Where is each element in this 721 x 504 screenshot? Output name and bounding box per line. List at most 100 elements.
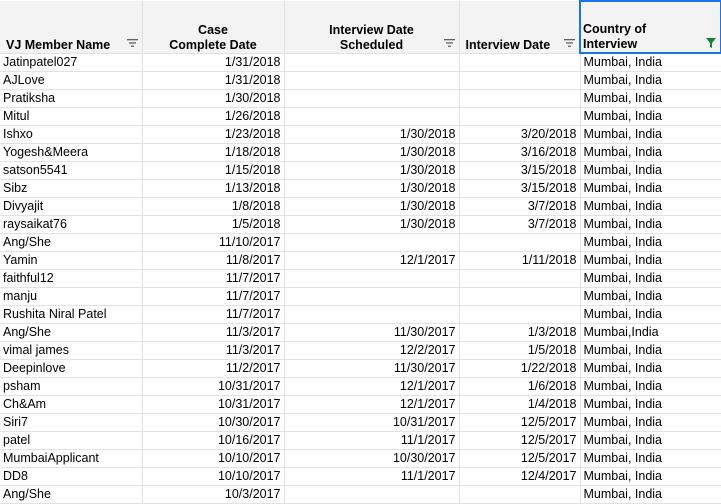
vj-member-name-cell[interactable]: Ang/She xyxy=(0,323,143,342)
interview-date-cell[interactable] xyxy=(459,269,581,288)
vj-member-name-cell[interactable]: Ch&Am xyxy=(0,395,143,414)
interview-date-scheduled-cell[interactable] xyxy=(284,287,460,306)
country-of-interview-cell[interactable]: Mumbai, India xyxy=(580,89,721,108)
vj-member-name-cell[interactable]: Divyajit xyxy=(0,197,143,216)
interview-date-cell[interactable]: 1/11/2018 xyxy=(459,251,581,270)
case-complete-date-cell[interactable]: 1/31/2018 xyxy=(142,71,285,90)
country-of-interview-cell[interactable]: Mumbai, India xyxy=(580,269,721,288)
country-of-interview-cell[interactable]: Mumbai, India xyxy=(580,179,721,198)
vj-member-name-cell[interactable]: DD8 xyxy=(0,467,143,486)
interview-date-cell[interactable]: 1/6/2018 xyxy=(459,377,581,396)
vj-member-name-cell[interactable]: Deepinlove xyxy=(0,359,143,378)
case-complete-date-cell[interactable]: 10/16/2017 xyxy=(142,431,285,450)
vj-member-name-cell[interactable]: satson5541 xyxy=(0,161,143,180)
interview-date-scheduled-cell[interactable]: 11/30/2017 xyxy=(284,359,460,378)
country-of-interview-cell[interactable]: Mumbai, India xyxy=(580,125,721,144)
case-complete-date-cell[interactable]: 1/26/2018 xyxy=(142,107,285,126)
interview-date-cell[interactable]: 1/3/2018 xyxy=(459,323,581,342)
header-interview-date-scheduled[interactable]: Interview Date Scheduled xyxy=(284,1,460,54)
interview-date-scheduled-cell[interactable]: 1/30/2018 xyxy=(284,179,460,198)
case-complete-date-cell[interactable]: 11/2/2017 xyxy=(142,359,285,378)
case-complete-date-cell[interactable]: 1/8/2018 xyxy=(142,197,285,216)
case-complete-date-cell[interactable]: 11/7/2017 xyxy=(142,269,285,288)
country-of-interview-cell[interactable]: Mumbai, India xyxy=(580,215,721,234)
interview-date-cell[interactable]: 3/7/2018 xyxy=(459,215,581,234)
interview-date-scheduled-cell[interactable] xyxy=(284,269,460,288)
vj-member-name-cell[interactable]: patel xyxy=(0,431,143,450)
interview-date-scheduled-cell[interactable] xyxy=(284,89,460,108)
interview-date-scheduled-cell[interactable]: 1/30/2018 xyxy=(284,197,460,216)
interview-date-cell[interactable] xyxy=(459,89,581,108)
vj-member-name-cell[interactable]: Yogesh&Meera xyxy=(0,143,143,162)
interview-date-cell[interactable] xyxy=(459,233,581,252)
interview-date-scheduled-cell[interactable]: 12/1/2017 xyxy=(284,395,460,414)
vj-member-name-cell[interactable]: Ang/She xyxy=(0,233,143,252)
interview-date-scheduled-cell[interactable]: 1/30/2018 xyxy=(284,215,460,234)
country-of-interview-cell[interactable]: Mumbai, India xyxy=(580,431,721,450)
country-of-interview-cell[interactable]: Mumbai, India xyxy=(580,197,721,216)
interview-date-cell[interactable]: 12/4/2017 xyxy=(459,467,581,486)
case-complete-date-cell[interactable]: 10/30/2017 xyxy=(142,413,285,432)
interview-date-scheduled-cell[interactable]: 1/30/2018 xyxy=(284,125,460,144)
country-of-interview-cell[interactable]: Mumbai, India xyxy=(580,395,721,414)
country-of-interview-cell[interactable]: Mumbai,India xyxy=(580,323,721,342)
filter-lines-icon[interactable] xyxy=(126,38,138,47)
vj-member-name-cell[interactable]: Yamin xyxy=(0,251,143,270)
interview-date-cell[interactable] xyxy=(459,287,581,306)
header-case-complete-date[interactable]: Case Complete Date xyxy=(142,1,285,54)
interview-date-scheduled-cell[interactable] xyxy=(284,233,460,252)
interview-date-cell[interactable]: 3/7/2018 xyxy=(459,197,581,216)
header-vj-member-name[interactable]: VJ Member Name xyxy=(0,1,143,54)
interview-date-cell[interactable]: 3/16/2018 xyxy=(459,143,581,162)
interview-date-scheduled-cell[interactable]: 12/2/2017 xyxy=(284,341,460,360)
country-of-interview-cell[interactable]: Mumbai, India xyxy=(580,71,721,90)
vj-member-name-cell[interactable]: MumbaiApplicant xyxy=(0,449,143,468)
interview-date-scheduled-cell[interactable]: 1/30/2018 xyxy=(284,143,460,162)
interview-date-scheduled-cell[interactable]: 10/30/2017 xyxy=(284,449,460,468)
header-interview-date[interactable]: Interview Date xyxy=(459,1,581,54)
vj-member-name-cell[interactable]: Sibz xyxy=(0,179,143,198)
vj-member-name-cell[interactable]: Rushita Niral Patel xyxy=(0,305,143,324)
case-complete-date-cell[interactable]: 11/10/2017 xyxy=(142,233,285,252)
interview-date-cell[interactable] xyxy=(459,107,581,126)
country-of-interview-cell[interactable]: Mumbai, India xyxy=(580,305,721,324)
country-of-interview-cell[interactable]: Mumbai, India xyxy=(580,359,721,378)
vj-member-name-cell[interactable]: raysaikat76 xyxy=(0,215,143,234)
case-complete-date-cell[interactable]: 11/3/2017 xyxy=(142,341,285,360)
vj-member-name-cell[interactable]: Siri7 xyxy=(0,413,143,432)
country-of-interview-cell[interactable]: Mumbai, India xyxy=(580,449,721,468)
vj-member-name-cell[interactable]: vimal james xyxy=(0,341,143,360)
interview-date-cell[interactable]: 12/5/2017 xyxy=(459,431,581,450)
country-of-interview-cell[interactable]: Mumbai, India xyxy=(580,413,721,432)
case-complete-date-cell[interactable]: 11/3/2017 xyxy=(142,323,285,342)
vj-member-name-cell[interactable]: Mitul xyxy=(0,107,143,126)
case-complete-date-cell[interactable]: 11/7/2017 xyxy=(142,305,285,324)
vj-member-name-cell[interactable]: AJLove xyxy=(0,71,143,90)
filter-lines-icon[interactable] xyxy=(443,38,455,47)
interview-date-scheduled-cell[interactable] xyxy=(284,485,460,504)
country-of-interview-cell[interactable]: Mumbai, India xyxy=(580,161,721,180)
interview-date-scheduled-cell[interactable]: 11/30/2017 xyxy=(284,323,460,342)
country-of-interview-cell[interactable]: Mumbai, India xyxy=(580,143,721,162)
country-of-interview-cell[interactable]: Mumbai, India xyxy=(580,467,721,486)
interview-date-scheduled-cell[interactable] xyxy=(284,71,460,90)
interview-date-cell[interactable]: 12/5/2017 xyxy=(459,449,581,468)
case-complete-date-cell[interactable]: 10/31/2017 xyxy=(142,395,285,414)
interview-date-scheduled-cell[interactable]: 11/1/2017 xyxy=(284,467,460,486)
country-of-interview-cell[interactable]: Mumbai, India xyxy=(580,251,721,270)
interview-date-cell[interactable] xyxy=(459,53,581,72)
header-country-of-interview[interactable]: Country of Interview xyxy=(579,0,721,54)
country-of-interview-cell[interactable]: Mumbai, India xyxy=(580,341,721,360)
case-complete-date-cell[interactable]: 1/23/2018 xyxy=(142,125,285,144)
vj-member-name-cell[interactable]: Ang/She xyxy=(0,485,143,504)
interview-date-scheduled-cell[interactable]: 10/31/2017 xyxy=(284,413,460,432)
vj-member-name-cell[interactable]: Pratiksha xyxy=(0,89,143,108)
case-complete-date-cell[interactable]: 1/5/2018 xyxy=(142,215,285,234)
country-of-interview-cell[interactable]: Mumbai, India xyxy=(580,377,721,396)
interview-date-cell[interactable] xyxy=(459,71,581,90)
interview-date-cell[interactable] xyxy=(459,485,581,504)
case-complete-date-cell[interactable]: 11/7/2017 xyxy=(142,287,285,306)
vj-member-name-cell[interactable]: Ishxo xyxy=(0,125,143,144)
case-complete-date-cell[interactable]: 11/8/2017 xyxy=(142,251,285,270)
interview-date-cell[interactable]: 3/20/2018 xyxy=(459,125,581,144)
